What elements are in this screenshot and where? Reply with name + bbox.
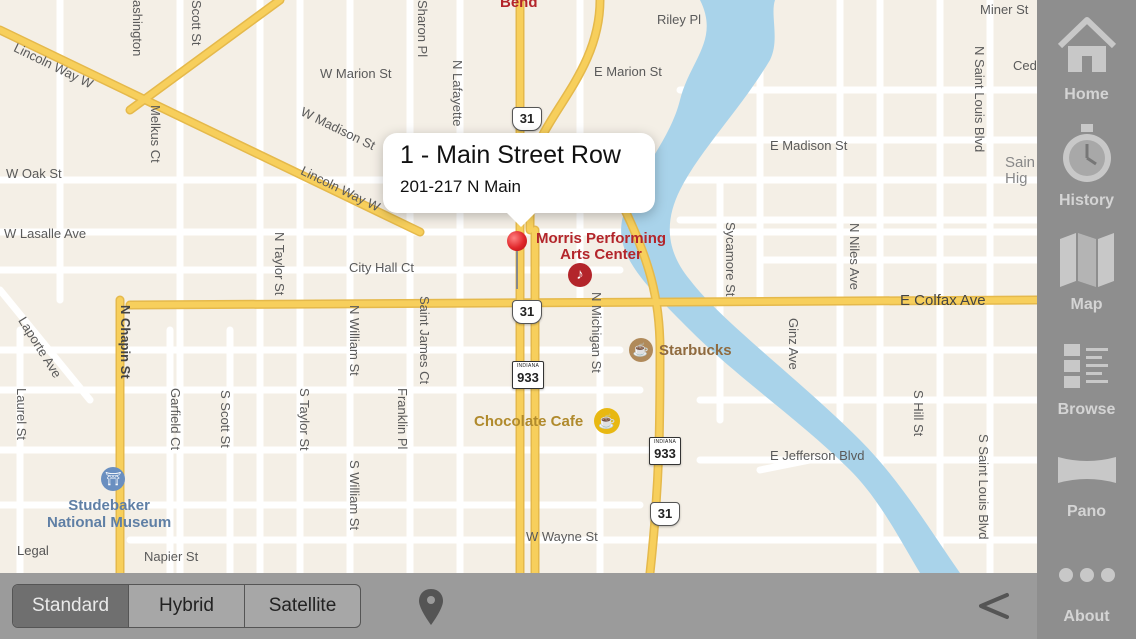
segment-satellite[interactable]: Satellite (245, 585, 360, 627)
street-label: Scott St (189, 0, 204, 46)
poi-label-morris[interactable]: Morris Performing Arts Center (536, 231, 666, 263)
street-label: Franklin Pl (395, 388, 410, 450)
street-label: E Madison St (770, 138, 848, 153)
poi-label-studebaker[interactable]: Studebaker National Museum (47, 497, 171, 531)
us-route-shield: 31 (512, 107, 542, 131)
stopwatch-icon (1063, 124, 1111, 182)
location-callout[interactable]: 1 - Main Street Row 201-217 N Main (383, 133, 655, 227)
street-label: S Taylor St (297, 388, 312, 451)
river (621, 0, 960, 573)
street-label: W Lasalle Ave (4, 226, 87, 241)
street-label: N Chapin St (118, 305, 133, 379)
cafe-icon[interactable]: ☕ (594, 408, 620, 434)
map-pin[interactable] (507, 231, 527, 291)
back-chevron-icon[interactable] (975, 591, 1011, 621)
sidebar-item-home[interactable]: Home (1037, 0, 1136, 105)
sidebar-item-about[interactable]: About (1037, 530, 1136, 639)
street-label: E Jefferson Blvd (770, 448, 865, 463)
city-label: Bend (500, 0, 538, 11)
street-label: Ginz Ave (786, 318, 801, 370)
segment-hybrid[interactable]: Hybrid (129, 585, 245, 627)
street-label: E Colfax Ave (900, 292, 986, 309)
street-label: N William St (347, 305, 362, 376)
street-label: Melkus Ct (148, 105, 163, 163)
us-route-shield: 31 (512, 300, 542, 324)
map-type-segmented-control[interactable]: Standard Hybrid Satellite (12, 584, 361, 628)
folded-map-icon (1060, 233, 1114, 287)
street-label: N Michigan St (589, 292, 604, 373)
street-label: ashington (130, 0, 145, 57)
state-route-shield: INDIANA 933 (649, 437, 681, 465)
street-label: W Oak St (6, 166, 62, 181)
street-label: W Marion St (320, 66, 392, 81)
panorama-icon (1058, 457, 1116, 483)
street-label: Sycamore St (723, 222, 738, 297)
home-icon (1057, 17, 1117, 72)
street-label: Laurel St (14, 388, 29, 441)
poi-label-chocolate-cafe[interactable]: Chocolate Cafe (474, 413, 583, 430)
street-label: N Saint Louis Blvd (972, 46, 987, 153)
sidebar-item-pano[interactable]: Pano (1037, 425, 1136, 530)
street-label: Miner St (980, 2, 1029, 17)
legal-link[interactable]: Legal (17, 543, 49, 558)
location-pin-icon[interactable] (417, 587, 445, 627)
callout-subtitle: 201-217 N Main (400, 177, 521, 196)
sidebar-nav: Home History Map Browse Pano About (1037, 0, 1136, 639)
museum-icon[interactable]: ⛩ (101, 467, 125, 491)
poi-label-starbucks[interactable]: Starbucks (659, 342, 732, 359)
street-label: E Marion St (594, 64, 662, 79)
bottom-toolbar: Standard Hybrid Satellite (0, 573, 1037, 639)
us-route-shield: 31 (650, 502, 680, 526)
street-label: N Niles Ave (847, 223, 862, 290)
list-icon (1064, 344, 1108, 388)
street-label: Saint James Ct (417, 296, 432, 385)
street-label: Garfield Ct (168, 388, 183, 451)
street-label: S Scott St (218, 390, 233, 448)
sidebar-item-browse[interactable]: Browse (1037, 320, 1136, 425)
coffee-icon[interactable]: ☕ (629, 338, 653, 362)
street-label: S Hill St (911, 390, 926, 437)
street-label: W Wayne St (526, 529, 598, 544)
street-label: Sharon Pl (415, 0, 430, 58)
street-label: S Saint Louis Blvd (976, 434, 991, 540)
callout-title: 1 - Main Street Row (400, 141, 621, 169)
street-label: City Hall Ct (349, 260, 415, 275)
segment-standard[interactable]: Standard (13, 585, 129, 627)
street-label: N Lafayette (450, 60, 465, 127)
poi-label: Sain Hig (1005, 154, 1036, 187)
sidebar-item-history[interactable]: History (1037, 110, 1136, 215)
street-label: Riley Pl (657, 12, 702, 27)
state-route-shield: INDIANA 933 (512, 361, 544, 389)
map-view[interactable]: W Marion St E Marion St E Madison St W O… (0, 0, 1037, 573)
street-label: N Taylor St (272, 232, 287, 296)
more-dots-icon (1059, 568, 1115, 582)
street-label: Napier St (144, 549, 199, 564)
sidebar-item-map[interactable]: Map (1037, 215, 1136, 320)
street-label: S William St (347, 460, 362, 531)
music-venue-icon[interactable]: ♪ (568, 263, 592, 287)
street-label: Ced (1013, 58, 1037, 73)
